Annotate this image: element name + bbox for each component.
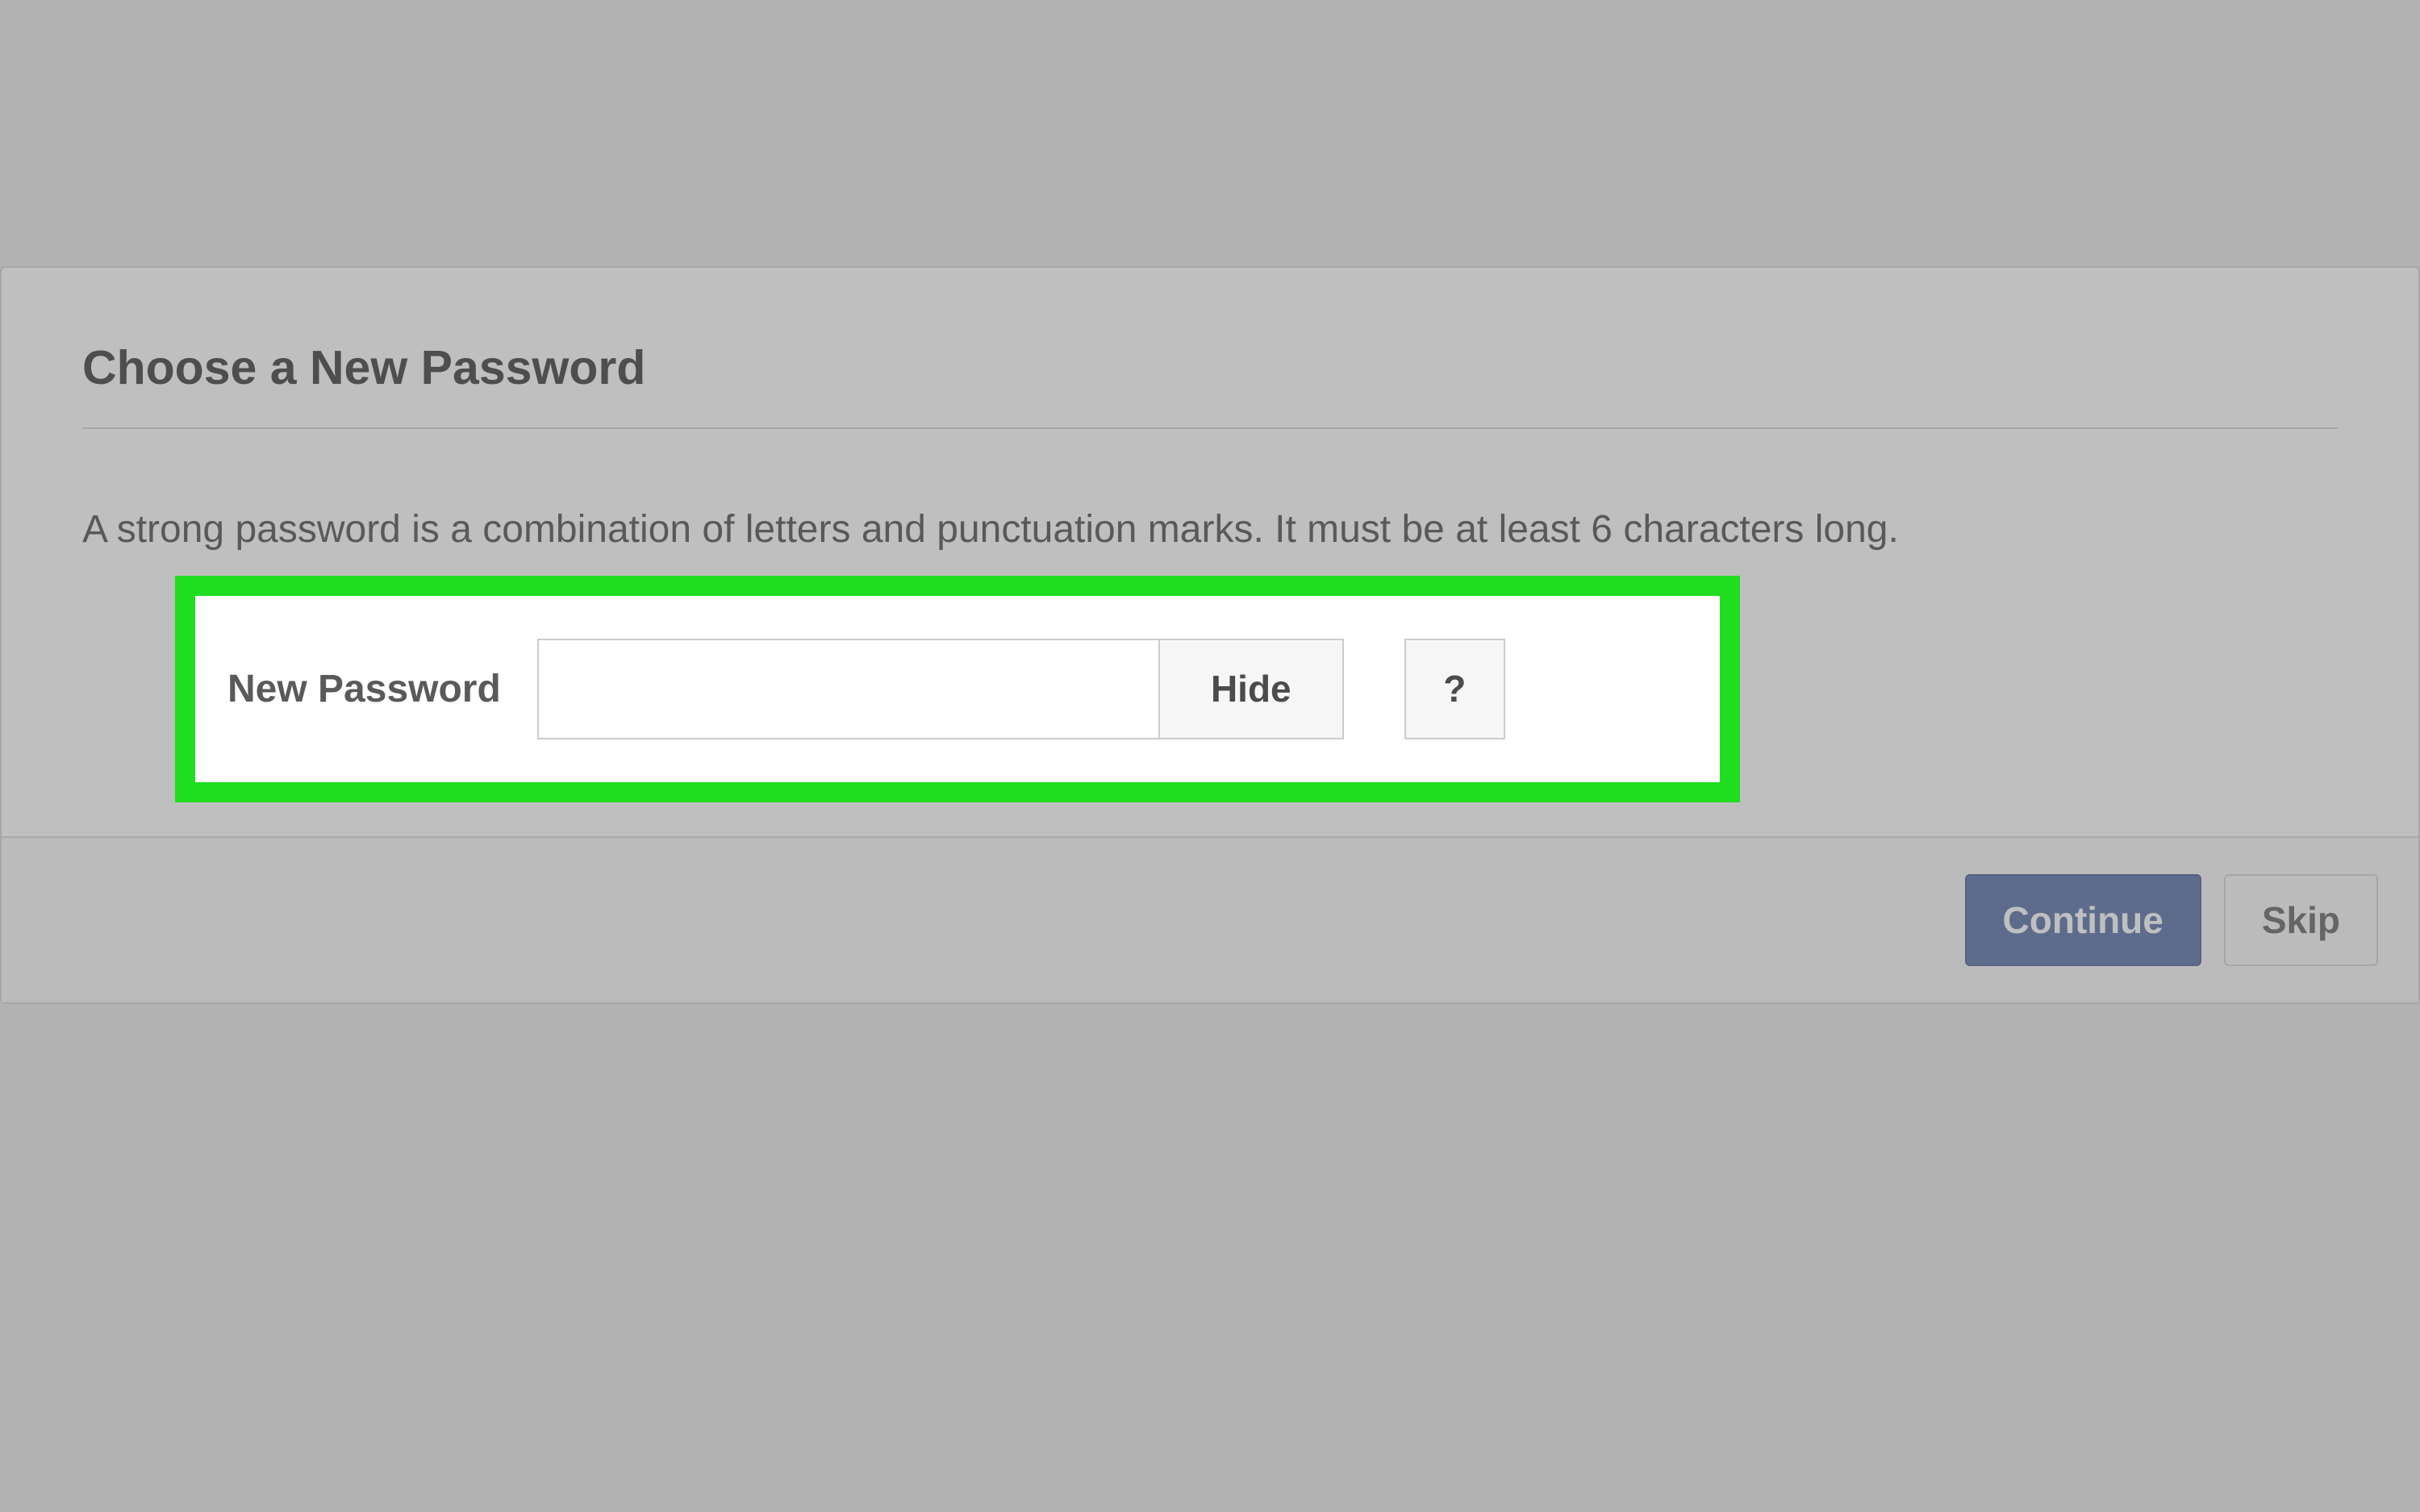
title-divider [82,427,2338,429]
password-row: New Password Hide ? [227,598,1671,780]
skip-button[interactable]: Skip [2224,874,2378,966]
continue-button[interactable]: Continue [1965,874,2201,966]
dialog-footer: Continue Skip [2,836,2418,1002]
password-help-button[interactable]: ? [1404,639,1505,739]
dialog-description: A strong password is a combination of le… [82,502,2338,558]
hide-password-button[interactable]: Hide [1158,639,1344,739]
new-password-label: New Password [227,667,501,711]
dialog-title: Choose a New Password [82,340,2338,395]
password-form-row: New Password Hide ? [227,598,1671,780]
password-input-group: Hide [537,639,1344,739]
new-password-input[interactable] [537,639,1158,739]
choose-password-dialog: Choose a New Password A strong password … [0,266,2420,1004]
dialog-body: Choose a New Password A strong password … [2,268,2418,836]
